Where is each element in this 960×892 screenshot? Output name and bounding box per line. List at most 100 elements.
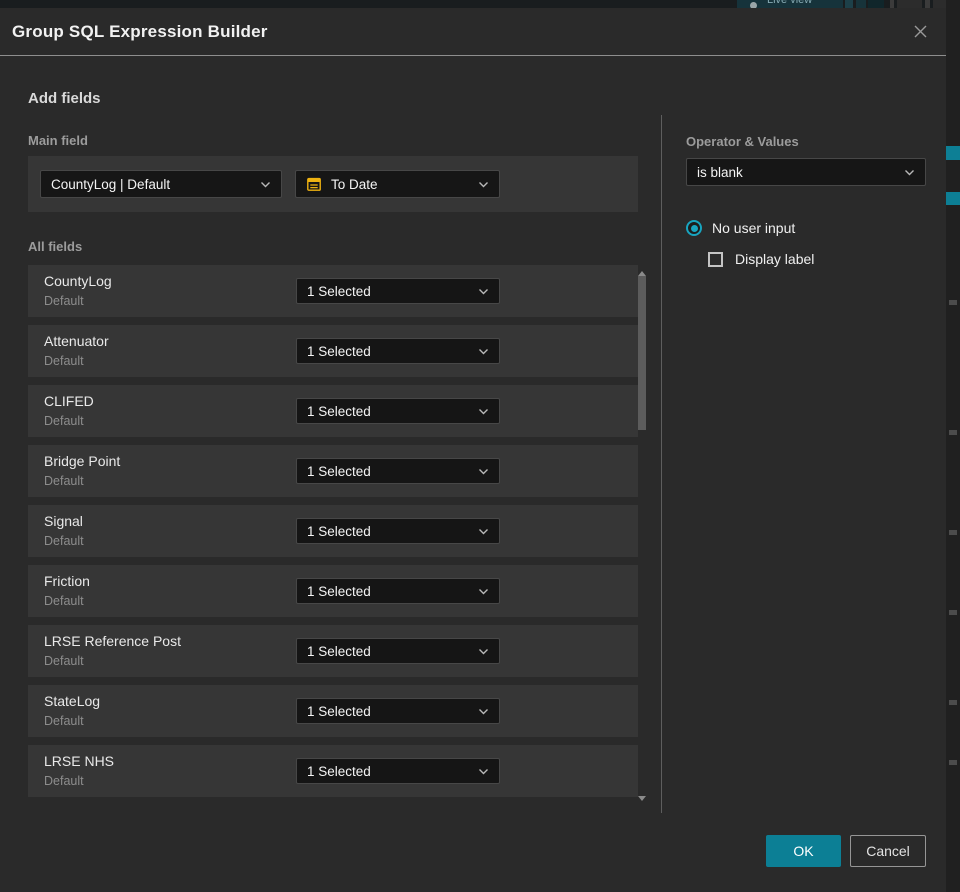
calendar-icon xyxy=(306,176,322,192)
dialog-title-bar: Group SQL Expression Builder xyxy=(0,8,946,56)
field-row-selected-value: 1 Selected xyxy=(307,523,371,539)
field-row-selected-dropdown[interactable]: 1 Selected xyxy=(296,338,500,364)
field-row-name: Friction xyxy=(44,573,90,589)
field-row-name: Attenuator xyxy=(44,333,109,349)
field-row-selected-value: 1 Selected xyxy=(307,343,371,359)
field-row-selected-dropdown[interactable]: 1 Selected xyxy=(296,578,500,604)
display-label-checkbox[interactable]: Display label xyxy=(708,251,814,267)
field-row: LRSE Reference Post Default 1 Selected xyxy=(28,625,638,677)
operator-values-label: Operator & Values xyxy=(686,134,799,149)
chevron-down-icon xyxy=(478,348,489,355)
field-row-name: LRSE NHS xyxy=(44,753,115,769)
close-icon xyxy=(914,25,926,38)
field-row-selected-value: 1 Selected xyxy=(307,583,371,599)
chevron-down-icon xyxy=(478,468,489,475)
close-button[interactable] xyxy=(908,20,932,44)
field-row-subtitle: Default xyxy=(44,774,84,788)
field-row: Bridge Point Default 1 Selected xyxy=(28,445,638,497)
add-fields-heading: Add fields xyxy=(28,90,101,107)
field-row: CLIFED Default 1 Selected xyxy=(28,385,638,437)
field-row-selected-value: 1 Selected xyxy=(307,463,371,479)
field-row: CountyLog Default 1 Selected xyxy=(28,265,638,317)
chevron-down-icon xyxy=(478,708,489,715)
operator-dropdown[interactable]: is blank xyxy=(686,158,926,186)
chevron-down-icon xyxy=(478,588,489,595)
cancel-button[interactable]: Cancel xyxy=(850,835,926,867)
field-row-name: CLIFED xyxy=(44,393,94,409)
field-row-selected-value: 1 Selected xyxy=(307,763,371,779)
field-row-name: StateLog xyxy=(44,693,101,709)
field-row-selected-value: 1 Selected xyxy=(307,703,371,719)
field-row-subtitle: Default xyxy=(44,534,84,548)
field-row: Attenuator Default 1 Selected xyxy=(28,325,638,377)
ok-button[interactable]: OK xyxy=(766,835,841,867)
field-row: Friction Default 1 Selected xyxy=(28,565,638,617)
no-user-input-label: No user input xyxy=(712,220,796,236)
field-row-selected-dropdown[interactable]: 1 Selected xyxy=(296,458,500,484)
scroll-down-icon[interactable] xyxy=(638,796,646,801)
dialog-title: Group SQL Expression Builder xyxy=(12,21,268,41)
field-row-selected-dropdown[interactable]: 1 Selected xyxy=(296,398,500,424)
background-fragment xyxy=(897,0,922,8)
background-right-strip xyxy=(946,0,960,892)
chevron-down-icon xyxy=(478,648,489,655)
field-row-selected-value: 1 Selected xyxy=(307,403,371,419)
field-row-name: LRSE Reference Post xyxy=(44,633,181,649)
all-fields-label: All fields xyxy=(28,239,83,254)
background-fragment xyxy=(925,0,930,8)
field-row-selected-value: 1 Selected xyxy=(307,643,371,659)
chevron-down-icon xyxy=(478,528,489,535)
background-fragment xyxy=(946,192,960,205)
chevron-down-icon xyxy=(904,169,915,176)
live-view-button[interactable]: Live view xyxy=(737,0,843,8)
background-fragment xyxy=(868,0,884,8)
field-row-subtitle: Default xyxy=(44,294,84,308)
background-fragment xyxy=(949,700,957,705)
field-row-selected-value: 1 Selected xyxy=(307,283,371,299)
main-field-dropdown[interactable]: CountyLog | Default xyxy=(40,170,282,198)
field-row-subtitle: Default xyxy=(44,594,84,608)
live-view-label: Live view xyxy=(767,0,813,6)
field-row-subtitle: Default xyxy=(44,354,84,368)
panel-divider xyxy=(661,115,662,813)
background-fragment xyxy=(856,0,866,8)
background-fragment xyxy=(949,760,957,765)
field-row: Signal Default 1 Selected xyxy=(28,505,638,557)
no-user-input-radio[interactable]: No user input xyxy=(686,220,795,236)
main-field-type-value: To Date xyxy=(331,176,378,192)
field-row: StateLog Default 1 Selected xyxy=(28,685,638,737)
background-fragment xyxy=(946,146,960,160)
field-row-selected-dropdown[interactable]: 1 Selected xyxy=(296,698,500,724)
field-row-subtitle: Default xyxy=(44,714,84,728)
background-fragment xyxy=(890,0,894,8)
field-row-name: Bridge Point xyxy=(44,453,121,469)
background-fragment xyxy=(949,300,957,305)
group-sql-expression-builder-dialog: Group SQL Expression Builder Add fields … xyxy=(0,8,946,892)
background-fragment xyxy=(949,610,957,615)
main-field-dropdown-value: CountyLog | Default xyxy=(51,176,171,192)
checkbox-unchecked-icon xyxy=(708,251,723,267)
chevron-down-icon xyxy=(260,181,271,188)
list-scrollbar[interactable] xyxy=(635,265,649,801)
background-fragment xyxy=(845,0,853,8)
field-row-selected-dropdown[interactable]: 1 Selected xyxy=(296,278,500,304)
background-fragment xyxy=(949,530,957,535)
field-row-selected-dropdown[interactable]: 1 Selected xyxy=(296,758,500,784)
scrollbar-thumb[interactable] xyxy=(638,276,646,430)
field-row: LRSE NHS Default 1 Selected xyxy=(28,745,638,797)
field-row-subtitle: Default xyxy=(44,654,84,668)
field-row-name: CountyLog xyxy=(44,273,112,289)
field-row-name: Signal xyxy=(44,513,83,529)
chevron-down-icon xyxy=(478,288,489,295)
radio-selected-icon xyxy=(686,220,702,236)
main-field-type-dropdown[interactable]: To Date xyxy=(295,170,500,198)
field-row-selected-dropdown[interactable]: 1 Selected xyxy=(296,518,500,544)
chevron-down-icon xyxy=(478,181,489,188)
field-row-subtitle: Default xyxy=(44,414,84,428)
background-fragment xyxy=(949,430,957,435)
operator-dropdown-value: is blank xyxy=(697,164,743,180)
field-row-selected-dropdown[interactable]: 1 Selected xyxy=(296,638,500,664)
chevron-down-icon xyxy=(478,408,489,415)
field-row-subtitle: Default xyxy=(44,474,84,488)
main-field-panel: CountyLog | Default To Date xyxy=(28,156,638,212)
